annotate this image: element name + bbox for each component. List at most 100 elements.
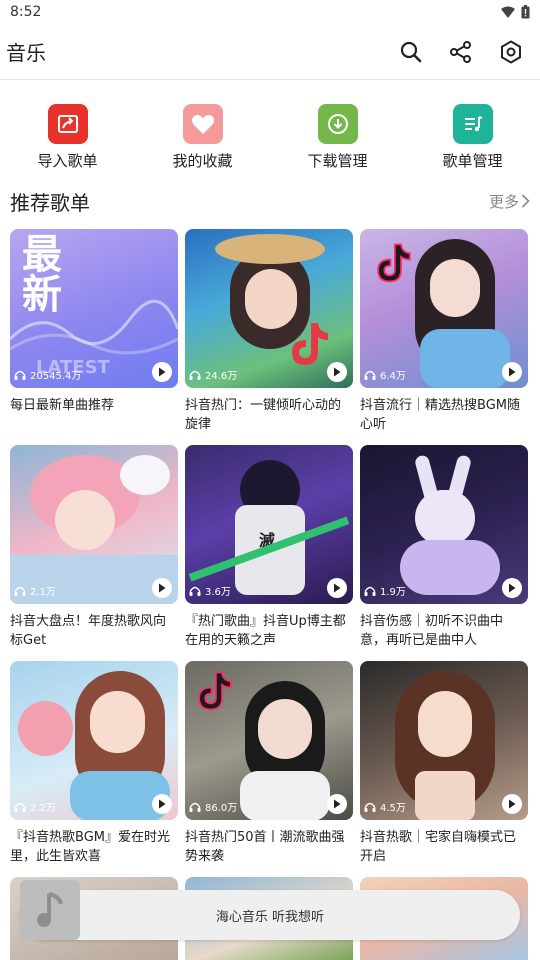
play-count: 3.6万 — [205, 587, 231, 598]
playlist-title: 抖音流行｜精选热搜BGM随心听 — [360, 398, 520, 432]
headphones-icon — [364, 370, 376, 380]
playlist-cover: 24.6万 — [185, 229, 353, 388]
status-bar: 8:52 — [0, 0, 540, 24]
import-icon — [47, 104, 88, 144]
play-count: 86.0万 — [205, 803, 238, 814]
play-button[interactable] — [152, 578, 172, 598]
play-icon — [509, 583, 516, 593]
playlist-title: 抖音大盘点！年度热歌风向标Get — [10, 614, 167, 648]
playlist-card[interactable]: 最 新 LATEST 20545.4万 每日最新单曲推荐 — [10, 229, 178, 445]
playlist-cover: 1.9万 — [360, 445, 528, 604]
headphones-icon — [364, 802, 376, 812]
quick-downloads[interactable]: 下载管理 — [278, 104, 398, 171]
playlist-cover: 4.5万 — [360, 661, 528, 820]
playlist-card[interactable]: 86.0万 抖音热门50首丨潮流歌曲强势来袭 — [185, 661, 353, 877]
playlist-cover: 6.4万 — [360, 229, 528, 388]
play-button[interactable] — [327, 794, 347, 814]
settings-button[interactable] — [498, 39, 524, 65]
play-button[interactable] — [152, 362, 172, 382]
playlist-cover: 86.0万 — [185, 661, 353, 820]
play-button[interactable] — [502, 578, 522, 598]
play-icon — [509, 367, 516, 377]
play-icon — [334, 367, 341, 377]
playlist-cover: 最 新 LATEST 20545.4万 — [10, 229, 178, 388]
playlist-title: 『热门歌曲』抖音Up博主都在用的天籁之声 — [185, 614, 346, 648]
play-button[interactable] — [327, 578, 347, 598]
play-count: 6.4万 — [380, 371, 406, 382]
share-icon — [450, 40, 471, 63]
playlist-title: 抖音热门50首丨潮流歌曲强势来袭 — [185, 830, 345, 864]
chevron-right-icon — [521, 194, 530, 208]
wave-graphic — [10, 299, 178, 355]
play-icon — [159, 799, 166, 809]
play-button[interactable] — [327, 362, 347, 382]
search-button[interactable] — [398, 39, 424, 65]
playlist-card[interactable]: 24.6万 抖音热门：一键倾听心动的旋律 — [185, 229, 353, 445]
playlist-card[interactable]: 2.2万 『抖音热歌BGM』爱在时光里，此生皆欢喜 — [10, 661, 178, 877]
playlist-card[interactable]: 2.1万 抖音大盘点！年度热歌风向标Get — [10, 445, 178, 661]
quick-import-playlist[interactable]: 导入歌单 — [8, 104, 128, 171]
tiktok-logo — [292, 323, 328, 365]
quick-label: 下载管理 — [307, 152, 368, 170]
play-icon — [334, 583, 341, 593]
play-icon — [334, 799, 341, 809]
section-header: 推荐歌单 更多 — [0, 186, 540, 216]
music-note-icon — [37, 892, 63, 927]
playlist-card[interactable]: 滅 3.6万 『热门歌曲』抖音Up博主都在用的天籁之声 — [185, 445, 353, 661]
quick-label: 歌单管理 — [442, 152, 503, 170]
headphones-icon — [189, 586, 201, 596]
more-button[interactable]: 更多 — [489, 191, 530, 212]
playlist-card[interactable]: 1.9万 抖音伤感｜初听不识曲中意，再听已是曲中人 — [360, 445, 528, 661]
quick-label: 导入歌单 — [37, 152, 98, 170]
headphones-icon — [364, 586, 376, 596]
settings-icon — [501, 39, 521, 64]
mini-player-text: 海心音乐 听我想听 — [215, 909, 325, 925]
play-button[interactable] — [502, 362, 522, 382]
search-icon — [400, 41, 422, 62]
play-count: 20545.4万 — [30, 371, 82, 382]
play-button[interactable] — [502, 794, 522, 814]
headphones-icon — [189, 370, 201, 380]
page-title: 音乐 — [6, 41, 46, 65]
quick-label: 我的收藏 — [172, 152, 233, 170]
wifi-icon — [501, 6, 515, 18]
quick-playlist-manager[interactable]: 歌单管理 — [413, 104, 533, 171]
playlist-card[interactable]: 6.4万 抖音流行｜精选热搜BGM随心听 — [360, 229, 528, 445]
share-button[interactable] — [448, 39, 474, 65]
app-bar: 音乐 — [0, 24, 540, 80]
section-title: 推荐歌单 — [10, 190, 90, 215]
play-button[interactable] — [152, 794, 172, 814]
playlist-cover: 2.2万 — [10, 661, 178, 820]
now-playing-cover[interactable] — [20, 880, 80, 940]
playlist-cover: 2.1万 — [10, 445, 178, 604]
download-icon — [317, 104, 358, 144]
battery-icon — [521, 5, 530, 19]
playlist-icon — [452, 104, 493, 144]
play-count: 4.5万 — [380, 803, 406, 814]
play-count: 1.9万 — [380, 587, 406, 598]
mini-player[interactable]: 海心音乐 听我想听 — [20, 890, 520, 940]
headphones-icon — [14, 586, 26, 596]
quick-actions: 导入歌单 我的收藏 下载管理 歌单管理 — [0, 104, 540, 171]
playlist-title: 抖音热门：一键倾听心动的旋律 — [185, 398, 342, 432]
quick-favorites[interactable]: 我的收藏 — [143, 104, 263, 171]
playlist-title: 抖音伤感｜初听不识曲中意，再听已是曲中人 — [360, 614, 504, 648]
playlist-title: 『抖音热歌BGM』爱在时光里，此生皆欢喜 — [10, 830, 170, 864]
status-time: 8:52 — [10, 4, 42, 20]
heart-icon — [182, 104, 223, 144]
playlist-grid: 最 新 LATEST 20545.4万 每日最新单曲推荐 24.6万 抖音热门：… — [10, 229, 530, 877]
play-count: 2.2万 — [30, 803, 56, 814]
headphones-icon — [14, 802, 26, 812]
play-count: 2.1万 — [30, 587, 56, 598]
playlist-cover: 滅 3.6万 — [185, 445, 353, 604]
headphones-icon — [14, 370, 26, 380]
playlist-title: 每日最新单曲推荐 — [10, 398, 115, 413]
play-icon — [509, 799, 516, 809]
play-icon — [159, 583, 166, 593]
playlist-title: 抖音热歌｜宅家自嗨模式已开启 — [360, 830, 517, 864]
cover-big-text: 最 — [22, 232, 62, 278]
tiktok-logo — [377, 243, 411, 283]
playlist-card[interactable]: 4.5万 抖音热歌｜宅家自嗨模式已开启 — [360, 661, 528, 877]
more-label: 更多 — [488, 192, 519, 211]
play-count: 24.6万 — [205, 371, 238, 382]
